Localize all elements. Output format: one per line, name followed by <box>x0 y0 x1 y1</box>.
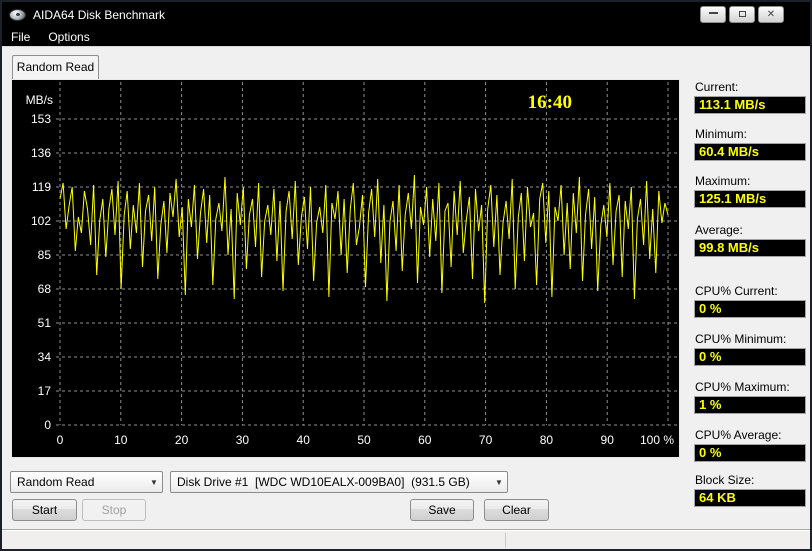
svg-text:34: 34 <box>38 350 52 364</box>
titlebar-buttons: ✕ <box>700 6 784 23</box>
maximize-icon <box>738 11 746 17</box>
stat-cpu-minimum: CPU% Minimum: 0 % <box>694 332 806 366</box>
stat-label: CPU% Minimum: <box>695 332 787 346</box>
menu-item-options[interactable]: Options <box>39 28 98 46</box>
stat-label: Minimum: <box>695 127 748 141</box>
stat-value: 0 % <box>694 300 806 318</box>
close-button[interactable]: ✕ <box>758 6 784 23</box>
svg-text:20: 20 <box>175 433 189 447</box>
benchmark-type-value: Random Read <box>17 475 95 489</box>
stat-cpu-maximum: CPU% Maximum: 1 % <box>694 380 806 414</box>
svg-text:30: 30 <box>236 433 250 447</box>
tab-random-read[interactable]: Random Read <box>12 55 99 79</box>
stat-current: Current: 113.1 MB/s <box>694 80 806 114</box>
disk-icon <box>9 9 26 21</box>
svg-text:153: 153 <box>31 112 51 126</box>
svg-text:119: 119 <box>32 180 51 194</box>
benchmark-clock: 16:40 <box>528 92 572 113</box>
stat-minimum: Minimum: 60.4 MB/s <box>694 127 806 161</box>
stat-label: CPU% Current: <box>695 284 778 298</box>
stat-value: 1 % <box>694 396 806 414</box>
status-bar-divider <box>505 533 506 548</box>
stat-label: Maximum: <box>695 174 751 188</box>
stat-value: 99.8 MB/s <box>694 239 806 257</box>
svg-text:100 %: 100 % <box>640 433 674 447</box>
minimize-button[interactable] <box>700 6 726 23</box>
stat-label: CPU% Maximum: <box>695 380 790 394</box>
stop-button[interactable]: Stop <box>82 499 146 521</box>
stat-label: Average: <box>695 223 743 237</box>
close-icon: ✕ <box>766 9 776 20</box>
stat-maximum: Maximum: 125.1 MB/s <box>694 174 806 208</box>
stat-average: Average: 99.8 MB/s <box>694 223 806 257</box>
svg-text:80: 80 <box>540 433 554 447</box>
stat-value: 0 % <box>694 348 806 366</box>
chevron-down-icon: ▼ <box>495 477 503 487</box>
svg-text:70: 70 <box>479 433 493 447</box>
drive-select-value: Disk Drive #1 [WDC WD10EALX-009BA0] (931… <box>177 475 470 489</box>
chart-canvas: 153 136 119 102 85 68 51 34 17 00 10 20 30 40 50 60 70 80… <box>26 82 677 447</box>
svg-text:0: 0 <box>57 433 64 447</box>
svg-text:90: 90 <box>601 433 615 447</box>
title-bar: AIDA64 Disk Benchmark <box>2 2 810 28</box>
stat-label: Current: <box>695 80 739 94</box>
svg-text:51: 51 <box>38 316 52 330</box>
stat-cpu-average: CPU% Average: 0 % <box>694 428 806 462</box>
stat-value: 113.1 MB/s <box>694 96 806 114</box>
svg-text:17: 17 <box>38 384 52 398</box>
svg-text:85: 85 <box>38 248 52 262</box>
svg-text:10: 10 <box>114 433 128 447</box>
status-bar <box>2 529 810 549</box>
stat-value: 0 % <box>694 444 806 462</box>
chevron-down-icon: ▼ <box>150 477 158 487</box>
svg-text:68: 68 <box>38 282 52 296</box>
svg-text:60: 60 <box>418 433 432 447</box>
menu-bar: File Options <box>2 28 810 47</box>
svg-text:50: 50 <box>357 433 371 447</box>
stat-cpu-current: CPU% Current: 0 % <box>694 284 806 318</box>
stat-value: 64 KB <box>694 489 806 507</box>
stat-block-size: Block Size: 64 KB <box>694 473 806 507</box>
window-title: AIDA64 Disk Benchmark <box>33 8 166 22</box>
svg-text:0: 0 <box>44 418 51 432</box>
save-button[interactable]: Save <box>410 499 474 521</box>
stat-value: 60.4 MB/s <box>694 143 806 161</box>
drive-select[interactable]: Disk Drive #1 [WDC WD10EALX-009BA0] (931… <box>170 471 508 493</box>
clear-button[interactable]: Clear <box>484 499 549 521</box>
benchmark-chart: 153 136 119 102 85 68 51 34 17 0 0 10 20 30 40 50 60 70 80… <box>11 79 680 458</box>
menu-item-file[interactable]: File <box>2 28 39 46</box>
benchmark-type-select[interactable]: Random Read ▼ <box>10 471 163 493</box>
maximize-button[interactable] <box>729 6 755 23</box>
stat-value: 125.1 MB/s <box>694 190 806 208</box>
minimize-icon <box>708 11 718 14</box>
svg-text:40: 40 <box>297 433 311 447</box>
stat-label: CPU% Average: <box>695 428 782 442</box>
app-window: AIDA64 Disk Benchmark ✕ File Options Ran… <box>0 0 812 551</box>
svg-text:136: 136 <box>31 146 51 160</box>
stat-label: Block Size: <box>695 473 755 487</box>
svg-text:102: 102 <box>31 214 51 228</box>
y-axis-unit-label: MB/s <box>26 93 53 107</box>
start-button[interactable]: Start <box>12 499 77 521</box>
